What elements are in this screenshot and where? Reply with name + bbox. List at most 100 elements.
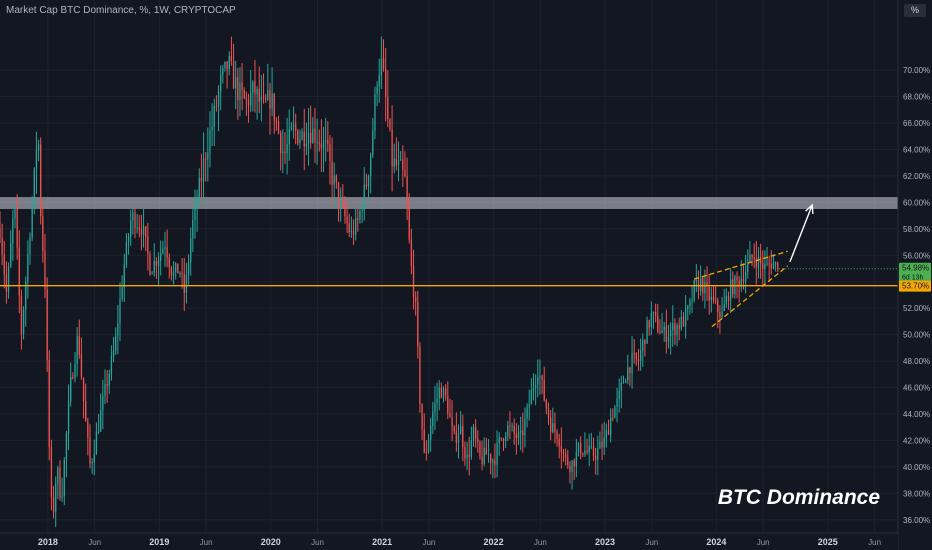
candle-body [397, 160, 400, 166]
candle-body [312, 128, 314, 143]
candle-body [265, 98, 267, 100]
candle-body [537, 377, 539, 385]
candle-body [194, 205, 196, 220]
price-tick-label: 46.00% [903, 384, 930, 393]
candle-body [751, 254, 753, 258]
candle-body [153, 260, 155, 273]
candle-body [290, 126, 293, 130]
candle-body [590, 445, 593, 447]
candle-body [74, 363, 76, 379]
candle-body [680, 316, 683, 329]
candle-body [187, 261, 190, 276]
candle-body [52, 496, 55, 512]
candle-body [519, 430, 522, 433]
candle-body [502, 438, 505, 442]
candle-body [33, 168, 35, 205]
candle-body [742, 278, 745, 282]
candle-body [549, 417, 552, 433]
candle-body [440, 387, 443, 398]
candle-body [762, 263, 764, 269]
candle-body [232, 61, 235, 89]
candle-body [665, 326, 668, 342]
candle-body [575, 451, 578, 467]
candle-body [417, 301, 419, 347]
candle-body [470, 440, 473, 457]
candle-body [749, 254, 751, 263]
candle-body [586, 450, 588, 453]
candle-body [7, 267, 10, 292]
candle-body [620, 383, 623, 392]
candle-body [55, 483, 57, 512]
time-tick-label: 2021 [372, 537, 392, 547]
candle-body [387, 96, 389, 120]
candle-body [192, 219, 194, 239]
candle-body [1, 237, 3, 256]
candle-body [588, 446, 590, 453]
candle-body [712, 296, 715, 301]
btc-dominance-chart[interactable]: 36.00% 38.00% 40.00% 42.00% 44.00% 46.00% 48.0… [0, 0, 932, 550]
candle-body [207, 152, 209, 160]
candle-body [642, 339, 644, 351]
candle-body [106, 383, 108, 387]
candle-body [667, 336, 670, 342]
candle-body [577, 443, 580, 452]
candle-body [252, 81, 254, 93]
candle-body [639, 350, 642, 362]
candle-body [414, 296, 417, 302]
candle-body [271, 93, 273, 109]
candle-body [172, 271, 175, 276]
candle-body [277, 121, 280, 133]
candle-body [177, 263, 179, 274]
candle-body [695, 279, 698, 281]
candle-body [552, 423, 554, 433]
candle-body [558, 439, 560, 446]
candle-body [27, 254, 29, 282]
candle-body [185, 275, 188, 293]
candle-body [80, 354, 83, 378]
candle-body [766, 263, 768, 265]
percent-unit-button[interactable]: % [904, 4, 926, 17]
candle-body [97, 431, 100, 433]
time-tick-label: 2025 [818, 537, 838, 547]
candle-body [410, 239, 413, 267]
candle-body [215, 106, 218, 108]
candle-body [112, 351, 115, 356]
candle-body [699, 277, 702, 291]
candle-body [61, 496, 63, 498]
candle-body [661, 330, 663, 334]
candle-body [462, 426, 464, 448]
candle-body [363, 184, 365, 210]
candle-body [235, 77, 237, 89]
price-tick-label: 36.00% [903, 516, 930, 525]
candle-body [395, 158, 398, 166]
candle-body [768, 263, 770, 265]
time-tick-label: Jun [88, 538, 101, 547]
time-tick-label: 2023 [595, 537, 615, 547]
time-tick-label: Jun [645, 538, 658, 547]
candle-body [209, 130, 211, 153]
candle-body [87, 421, 89, 438]
chart-container[interactable]: 36.00% 38.00% 40.00% 42.00% 44.00% 46.00% 48.0… [0, 0, 932, 550]
candle-body [504, 436, 507, 442]
time-tick-label: Jun [757, 538, 770, 547]
candle-body [254, 81, 256, 95]
candle-body [607, 430, 610, 435]
candle-body [256, 89, 258, 95]
candle-body [464, 447, 466, 459]
candle-body [344, 204, 346, 217]
candle-body [466, 454, 468, 459]
candle-body [10, 243, 12, 268]
candle-body [48, 359, 50, 448]
candle-body [629, 367, 631, 374]
candle-body [770, 264, 772, 269]
candle-body [63, 459, 65, 497]
candle-body [427, 439, 430, 453]
price-tick-label: 42.00% [903, 436, 930, 445]
candle-body [423, 429, 425, 452]
candle-body [481, 456, 483, 464]
candle-body [429, 425, 432, 440]
time-tick-label: 2024 [706, 537, 726, 547]
candle-body [31, 204, 33, 238]
candle-body [348, 223, 350, 233]
price-tick-label: 52.00% [903, 304, 930, 313]
